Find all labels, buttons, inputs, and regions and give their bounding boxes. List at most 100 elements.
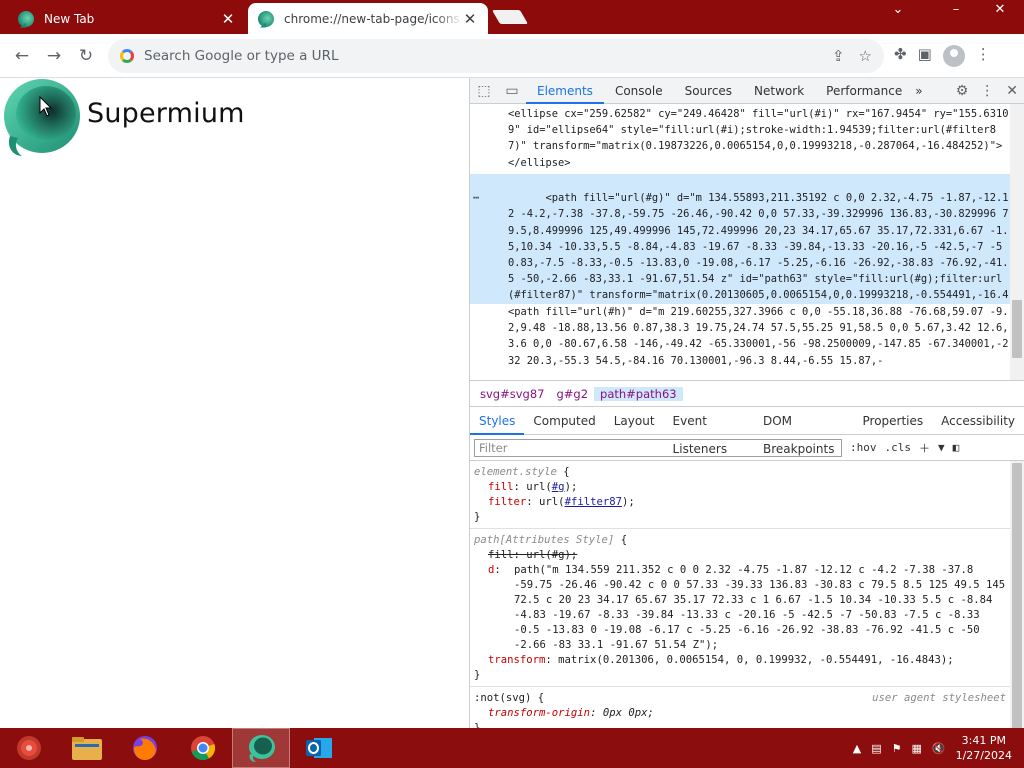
clock[interactable]: 3:41 PM 1/27/2024 <box>956 733 1012 763</box>
taskbar: ▲ ▤ ⚑ ▦ 🔇 3:41 PM 1/27/2024 <box>0 728 1024 768</box>
volume-muted-icon[interactable]: 🔇 <box>932 742 946 755</box>
inspect-element-icon[interactable]: ⬚ <box>470 83 498 99</box>
close-tab-icon[interactable]: ✕ <box>462 11 478 27</box>
google-icon <box>120 49 134 63</box>
firefox-icon <box>133 736 157 761</box>
folder-icon <box>72 737 102 760</box>
back-icon[interactable]: ← <box>10 44 34 68</box>
reload-icon[interactable]: ↻ <box>74 44 98 68</box>
tab-layout[interactable]: Layout <box>605 407 664 435</box>
breadcrumb: svg#svg87 g#g2 path#path63 <box>470 380 1024 407</box>
outlook-app[interactable] <box>290 728 348 768</box>
new-tab-button[interactable] <box>491 10 529 24</box>
share-icon[interactable]: ⇪ <box>832 47 845 65</box>
hover-state-button[interactable]: :hov <box>850 441 877 454</box>
brand-name: Supermium <box>87 98 245 129</box>
dom-node-line[interactable]: <ellipse cx="259.62582" cy="249.46428" f… <box>470 106 1024 174</box>
scrollbar-thumb[interactable] <box>1012 463 1022 739</box>
chrome-icon <box>191 736 216 760</box>
tab-performance[interactable]: Performance <box>815 78 913 104</box>
rule-selector: element.style <box>474 466 557 478</box>
clock-time: 3:41 PM <box>961 734 1006 747</box>
toggle-sidebar-icon[interactable]: ◧ <box>953 441 960 454</box>
start-orb-icon <box>17 736 41 760</box>
dom-node-line-selected[interactable]: ⋯ <path fill="url(#g)" d="m 134.55893,211… <box>470 174 1024 304</box>
tab-dom-breakpoints[interactable]: DOM Breakpoints <box>754 407 854 456</box>
settings-gear-icon[interactable]: ⚙ <box>956 83 969 99</box>
side-panel-icon[interactable]: ▣ <box>918 45 932 67</box>
omnibox-placeholder: Search Google or type a URL <box>144 48 339 64</box>
breadcrumb-item[interactable]: g#g2 <box>550 387 594 401</box>
menu-kebab-icon[interactable]: ⋮ <box>976 45 991 67</box>
add-rule-icon[interactable]: ＋ <box>919 440 930 456</box>
action-center-flag-icon[interactable]: ⚑ <box>892 742 902 755</box>
devtools-tabbar: ⬚ ▭ Elements Console Sources Network Per… <box>470 78 1024 104</box>
tab-sources[interactable]: Sources <box>674 78 743 104</box>
outlook-icon <box>306 738 332 758</box>
styles-filter-input[interactable]: Filter <box>474 438 842 457</box>
network-icon[interactable]: ▦ <box>911 742 921 755</box>
profile-avatar[interactable] <box>942 45 965 67</box>
mouse-cursor-icon <box>39 96 53 117</box>
overridden-property[interactable]: fill: url(#g); <box>474 548 1010 563</box>
tab-console[interactable]: Console <box>604 78 674 104</box>
close-window-icon[interactable]: ✕ <box>980 0 1020 22</box>
tab-title: New Tab <box>44 11 95 26</box>
styles-filter-bar: Filter :hov .cls ＋ ▼ ◧ <box>470 435 1024 461</box>
extensions-icon[interactable]: ✤ <box>894 45 907 67</box>
elements-tree[interactable]: <ellipse cx="259.62582" cy="249.46428" f… <box>470 104 1024 380</box>
supermium-favicon-icon <box>18 10 34 27</box>
tab-event-listeners[interactable]: Event Listeners <box>664 407 754 456</box>
devtools-panel: ⬚ ▭ Elements Console Sources Network Per… <box>469 78 1024 755</box>
filter-link[interactable]: #filter87 <box>565 496 622 508</box>
paint-icon[interactable]: ▼ <box>938 441 945 454</box>
elements-scrollbar[interactable] <box>1010 104 1024 380</box>
tab-new-tab[interactable]: New Tab ✕ <box>8 3 246 34</box>
tab-elements[interactable]: Elements <box>526 78 604 104</box>
device-toolbar-icon[interactable]: ▭ <box>498 83 526 99</box>
tab-accessibility[interactable]: Accessibility <box>932 407 1024 435</box>
tab-icons-page[interactable]: chrome://new-tab-page/icons/g ✕ <box>248 3 488 34</box>
system-tray: ▲ ▤ ⚑ ▦ 🔇 3:41 PM 1/27/2024 <box>853 728 1012 768</box>
bookmark-star-icon[interactable]: ☆ <box>859 47 872 65</box>
chrome-app[interactable] <box>174 728 232 768</box>
tray-overflow-icon[interactable]: ▲ <box>853 742 861 755</box>
scrollbar-thumb[interactable] <box>1012 300 1022 358</box>
breadcrumb-item-active[interactable]: path#path63 <box>594 386 683 401</box>
start-button[interactable] <box>0 728 58 768</box>
forward-icon[interactable]: → <box>42 44 66 68</box>
tab-properties[interactable]: Properties <box>854 407 933 435</box>
styles-tabbar: Styles Computed Layout Event Listeners D… <box>470 407 1024 456</box>
tab-title: chrome://new-tab-page/icons/g <box>284 11 462 26</box>
tab-network[interactable]: Network <box>743 78 815 104</box>
more-tabs-icon[interactable]: » <box>913 78 924 104</box>
minimize-icon[interactable]: ⌄ <box>878 0 918 22</box>
page-content: Supermium <box>0 78 469 728</box>
supermium-app[interactable] <box>232 728 290 768</box>
clock-date: 1/27/2024 <box>955 749 1012 762</box>
node-actions-icon[interactable]: ⋯ <box>473 190 479 206</box>
rule-selector: :not(svg) { <box>474 692 545 704</box>
restore-icon[interactable]: – <box>936 0 976 22</box>
supermium-favicon-icon <box>258 10 274 27</box>
supermium-logo-icon <box>4 79 80 156</box>
class-toggle-button[interactable]: .cls <box>885 441 912 454</box>
path-d-value[interactable]: path("m 134.559 211.352 c 0 0 2.32 -4.75… <box>506 563 1010 653</box>
dom-node-line[interactable]: <path fill="url(#h)" d="m 219.60255,327.… <box>470 304 1024 380</box>
tab-computed[interactable]: Computed <box>524 407 604 435</box>
breadcrumb-item[interactable]: svg#svg87 <box>474 387 550 401</box>
devtools-menu-icon[interactable]: ⋮ <box>980 83 994 99</box>
firefox-app[interactable] <box>116 728 174 768</box>
tab-styles[interactable]: Styles <box>470 407 525 435</box>
file-explorer-app[interactable] <box>58 728 116 768</box>
rule-selector: path[Attributes Style] <box>474 534 615 546</box>
fill-link[interactable]: #g <box>552 481 565 493</box>
browser-toolbar: ← → ↻ Search Google or type a URL ⇪ ☆ ✤ … <box>0 34 1024 78</box>
omnibox[interactable]: Search Google or type a URL ⇪ ☆ <box>108 39 884 73</box>
styles-pane: element.style { fill: url(#g); filter: u… <box>470 461 1024 755</box>
close-tab-icon[interactable]: ✕ <box>220 11 236 27</box>
close-devtools-icon[interactable]: ✕ <box>1006 83 1018 99</box>
style-rule: path[Attributes Style] { fill: url(#g); … <box>470 529 1024 687</box>
display-icon[interactable]: ▤ <box>871 742 881 755</box>
styles-scrollbar[interactable] <box>1010 461 1024 755</box>
